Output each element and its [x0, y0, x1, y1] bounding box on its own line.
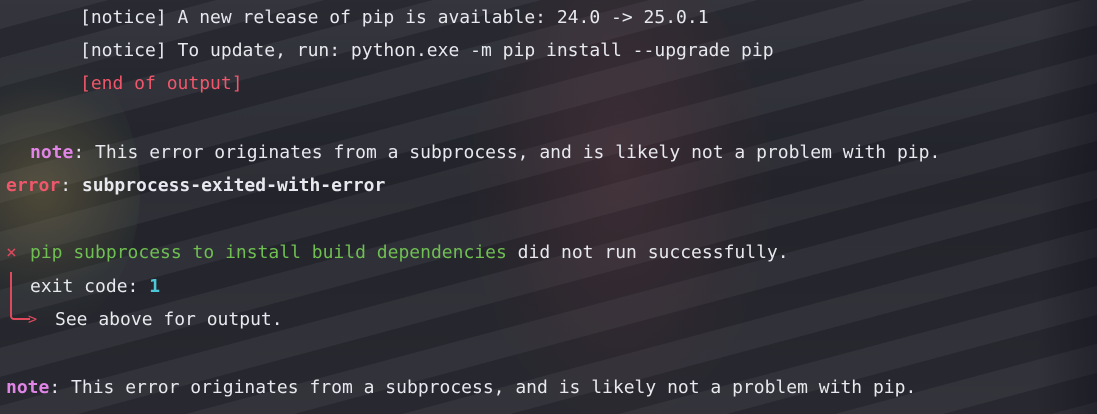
- note-label-outer: note: [6, 377, 50, 398]
- note-label: note: [30, 142, 74, 163]
- exit-code-line: exit code: 1: [30, 270, 160, 303]
- outer-note-line: note: This error originates from a subpr…: [6, 371, 916, 404]
- pip-notice-release-line: [notice] A new release of pip is availab…: [80, 7, 709, 28]
- error-separator: :: [60, 175, 82, 196]
- end-of-output-line: [end of output]: [80, 73, 243, 94]
- pip-notice-update-line: [notice] To update, run: python.exe -m p…: [80, 40, 774, 61]
- error-tree-vertical-bar: [10, 272, 12, 308]
- inner-note-line: note: This error originates from a subpr…: [30, 136, 940, 169]
- note-text: : This error originates from a subproces…: [73, 142, 941, 163]
- exit-code-value: 1: [149, 276, 161, 297]
- failure-highlight: pip subprocess to install build dependen…: [30, 242, 507, 263]
- see-above-line: See above for output.: [55, 309, 283, 330]
- arrow-right-icon: >: [28, 310, 38, 328]
- exit-code-label: exit code:: [30, 276, 150, 297]
- terminal-output[interactable]: [notice] A new release of pip is availab…: [0, 0, 1097, 414]
- error-tree-hook: [10, 306, 30, 320]
- cross-icon: ×: [6, 242, 17, 263]
- error-text: subprocess-exited-with-error: [81, 175, 386, 196]
- error-line: error: subprocess-exited-with-error: [6, 169, 385, 202]
- note-text-outer: : This error originates from a subproces…: [49, 377, 917, 398]
- failure-line: pip subprocess to install build dependen…: [30, 236, 789, 269]
- failure-rest: did not run successfully.: [506, 242, 789, 263]
- error-label: error: [6, 175, 61, 196]
